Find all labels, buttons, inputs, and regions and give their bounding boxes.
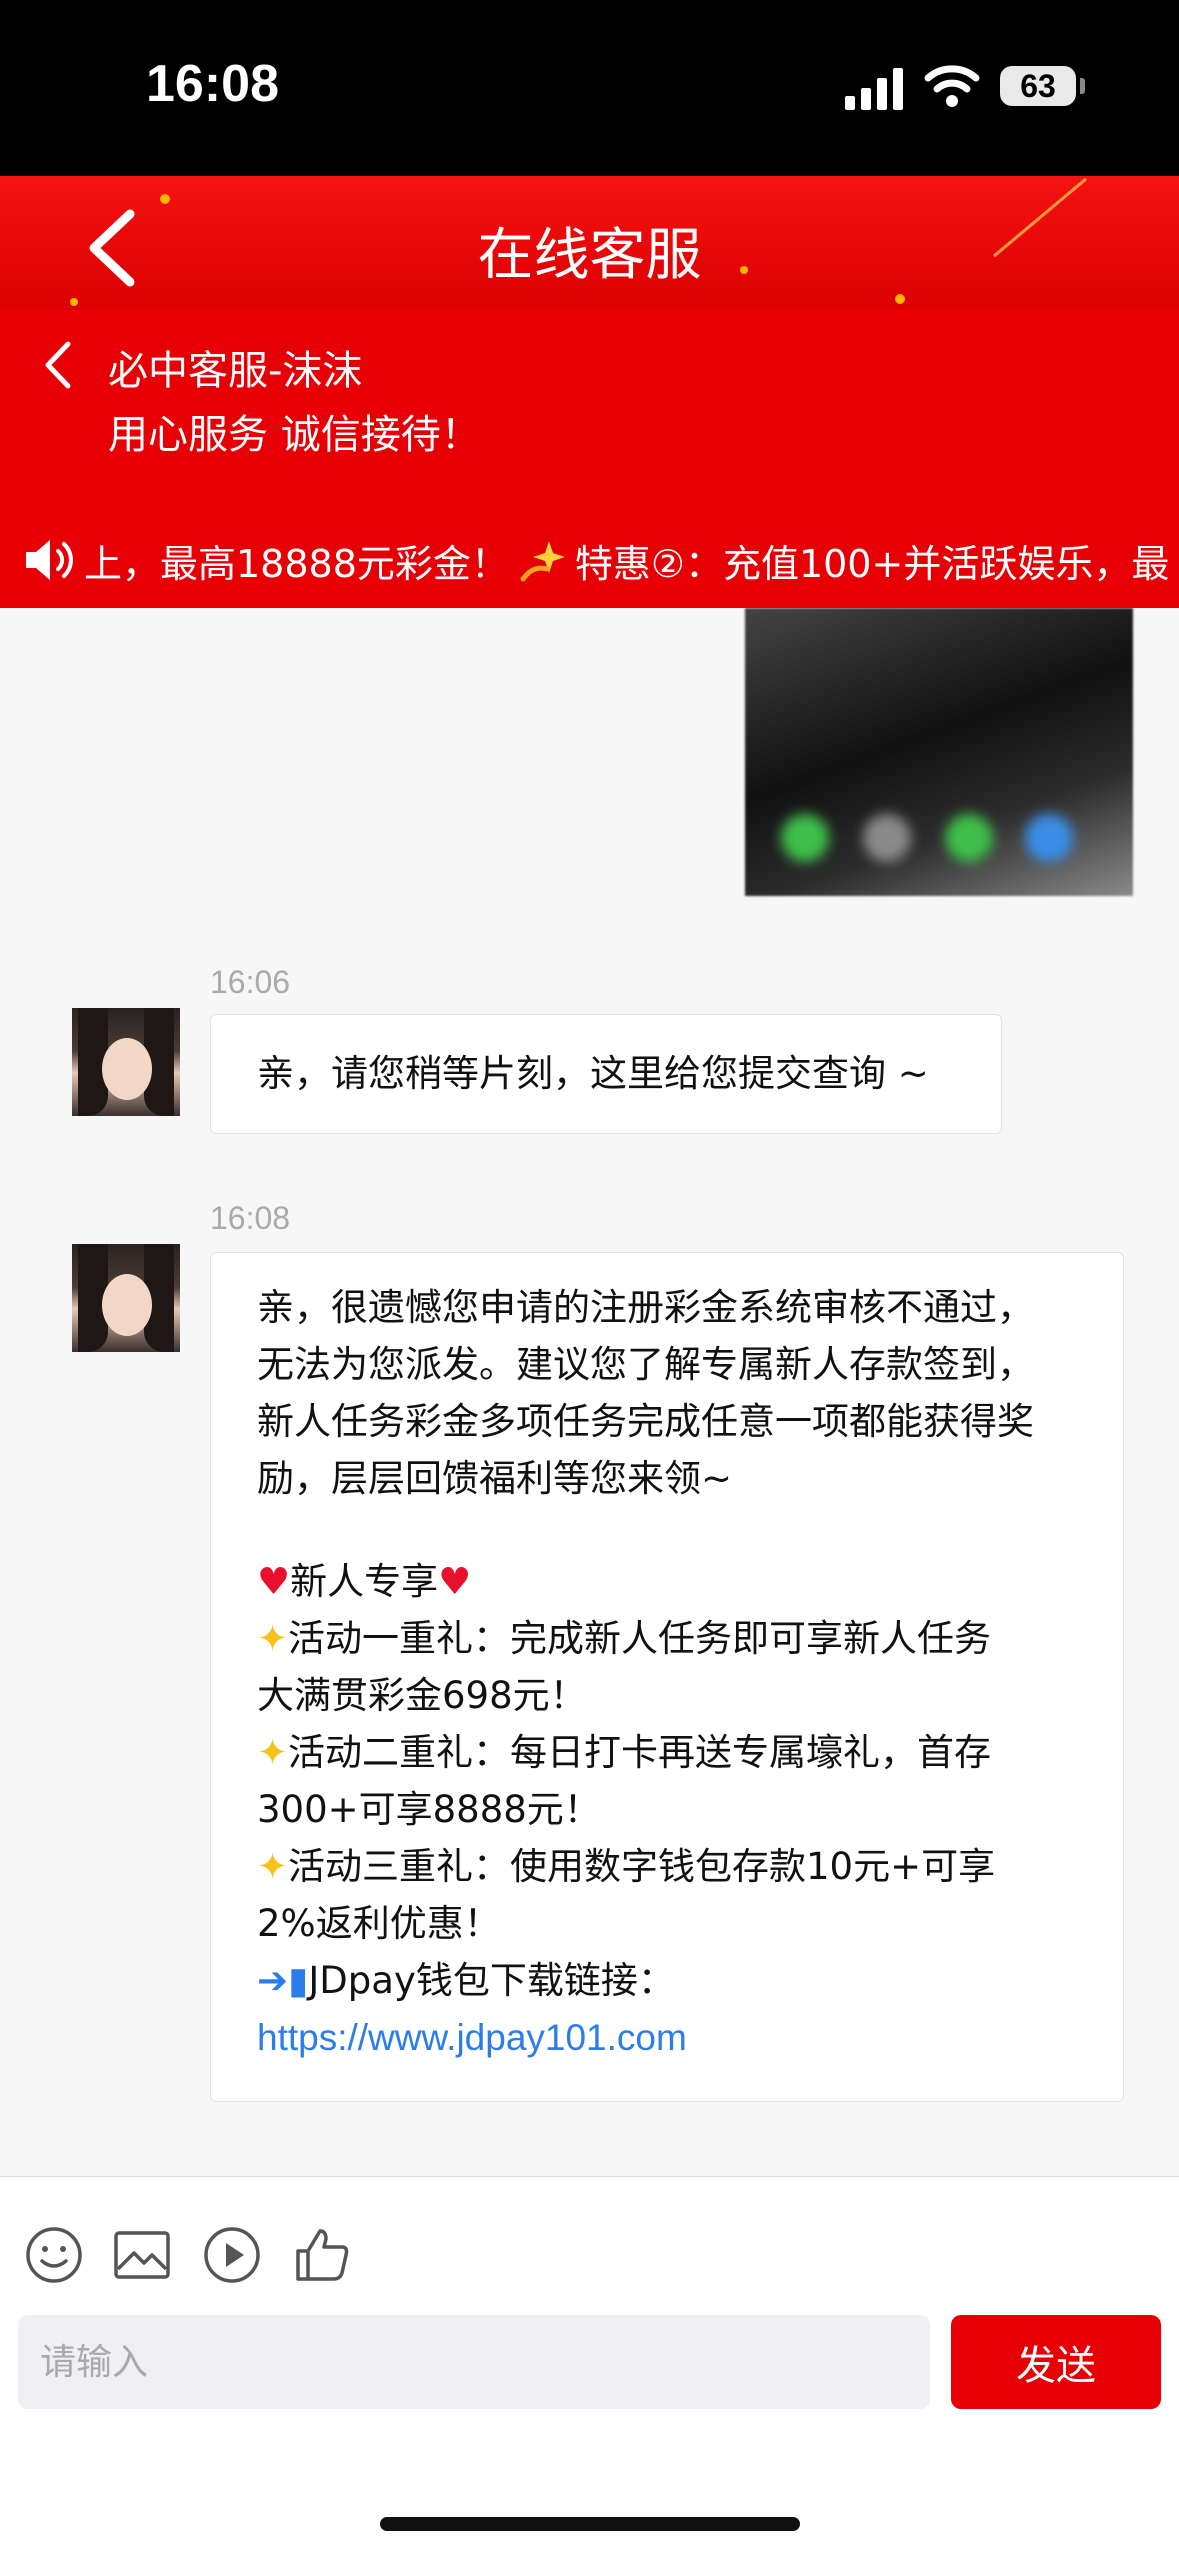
- message-bubble[interactable]: 亲，请您稍等片刻，这里给您提交查询 ~: [210, 1014, 1002, 1134]
- message-line: ➔▮JDpay钱包下载链接：: [257, 1952, 1077, 2009]
- marquee-text-2: 特惠②：充值100+并活跃娱乐，最: [574, 541, 1170, 586]
- message-line: 大满贯彩金698元！: [257, 1674, 587, 1717]
- heart-emoji-icon: ♥: [257, 1560, 291, 1603]
- blurred-app-icon: [781, 814, 829, 862]
- chat-history[interactable]: 16:06 亲，请您稍等片刻，这里给您提交查询 ~ 16:08 亲，很遗憾您申请…: [0, 608, 1179, 2176]
- decoration-dot: [895, 294, 905, 304]
- page-title: 在线客服: [477, 223, 702, 288]
- message-bubble[interactable]: 亲，很遗憾您申请的注册彩金系统审核不通过， 无法为您派发。建议您了解专属新人存款…: [210, 1252, 1124, 2102]
- decoration-dot: [70, 298, 78, 306]
- video-icon[interactable]: [202, 2225, 262, 2285]
- message-line-text: JDpay钱包下载链接：: [308, 1959, 675, 2002]
- thumbs-up-icon[interactable]: [292, 2225, 352, 2285]
- cellular-signal-icon: [845, 68, 903, 110]
- sparkles-emoji-icon: ✦: [257, 1617, 289, 1660]
- message-line: 300+可享8888元！: [257, 1788, 601, 1831]
- agent-name: 必中客服-沫沫: [108, 348, 363, 394]
- image-icon[interactable]: [112, 2225, 172, 2285]
- message-line: 新人任务彩金多项任务完成任意一项都能获得奖: [257, 1400, 1034, 1443]
- wifi-icon: [924, 65, 980, 107]
- message-line: ♥新人专享♥: [257, 1553, 1077, 1610]
- message-line-text: 活动三重礼：使用数字钱包存款10元+可享: [288, 1845, 996, 1888]
- agent-info-banner: 必中客服-沫沫 用心服务 诚信接待！ 上，最高18888元彩金！ 特惠②：充值1…: [0, 310, 1179, 608]
- home-indicator: [380, 2517, 800, 2531]
- blurred-app-icon: [945, 814, 993, 862]
- agent-avatar[interactable]: [72, 1008, 180, 1116]
- blurred-app-icon: [863, 814, 911, 862]
- send-button[interactable]: 发送: [951, 2315, 1161, 2409]
- dizzy-emoji-icon: [520, 541, 565, 582]
- app-header: 在线客服: [0, 176, 1179, 310]
- agent-avatar[interactable]: [72, 1244, 180, 1352]
- message-timestamp: 16:08: [210, 1200, 291, 1236]
- marquee-text-1: 上，最高18888元彩金！: [84, 541, 509, 586]
- avatar-face: [102, 1038, 152, 1100]
- agent-slogan: 用心服务 诚信接待！: [108, 412, 481, 458]
- status-time: 16:08: [146, 55, 279, 113]
- image-message-thumbnail[interactable]: [745, 608, 1133, 896]
- announcement-marquee: 上，最高18888元彩金！ 特惠②：充值100+并活跃娱乐，最: [24, 532, 1169, 588]
- message-line: 励，层层回馈福利等您来领~: [257, 1457, 733, 1500]
- message-line: 无法为您派发。建议您了解专属新人存款签到，: [257, 1343, 1034, 1386]
- message-line: ✦活动二重礼：每日打卡再送专属壕礼，首存: [257, 1724, 1077, 1781]
- battery-tip: [1080, 78, 1085, 94]
- message-composer: 发送: [0, 2176, 1179, 2557]
- blurred-app-icon: [1025, 814, 1073, 862]
- message-text: 亲，请您稍等片刻，这里给您提交查询 ~: [257, 1052, 929, 1095]
- sparkles-emoji-icon: ✦: [257, 1845, 289, 1888]
- phone-arrow-emoji-icon: ➔▮: [257, 1959, 309, 2002]
- message-timestamp: 16:06: [210, 964, 291, 1000]
- message-line: ✦活动一重礼：完成新人任务即可享新人任务: [257, 1610, 1077, 1667]
- message-line: 2%返利优惠！: [257, 1902, 501, 1945]
- collapse-chevron-icon[interactable]: [40, 338, 76, 392]
- avatar-face: [102, 1274, 152, 1336]
- heart-emoji-icon: ♥: [438, 1560, 472, 1603]
- message-line: 亲，很遗憾您申请的注册彩金系统审核不通过，: [257, 1286, 1034, 1329]
- message-line: ✦活动三重礼：使用数字钱包存款10元+可享: [257, 1838, 1077, 1895]
- download-link[interactable]: https://www.jdpay101.com: [257, 2009, 1077, 2066]
- decoration-dot: [160, 194, 170, 204]
- message-input[interactable]: [18, 2315, 930, 2409]
- speaker-icon: [26, 540, 73, 580]
- emoji-icon[interactable]: [24, 2225, 84, 2285]
- message-line-text: 活动二重礼：每日打卡再送专属壕礼，首存: [288, 1731, 992, 1774]
- message-line-text: 新人专享: [290, 1560, 439, 1603]
- status-bar: 16:08 63: [0, 0, 1179, 176]
- sparkles-emoji-icon: ✦: [257, 1731, 289, 1774]
- message-line-text: 活动一重礼：完成新人任务即可享新人任务: [288, 1617, 992, 1660]
- battery-indicator: 63: [1000, 66, 1076, 106]
